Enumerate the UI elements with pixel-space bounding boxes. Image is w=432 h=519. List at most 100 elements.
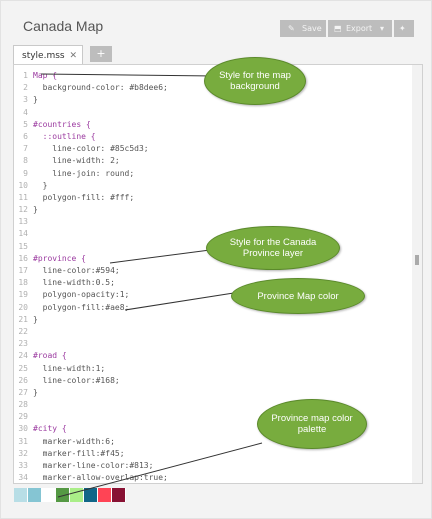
code-line[interactable]: 27} <box>14 387 410 399</box>
code-line[interactable]: 10 } <box>14 180 410 192</box>
code-text: } <box>33 387 38 397</box>
code-text: marker-width:6; <box>33 436 115 446</box>
line-number: 25 <box>18 363 28 373</box>
line-number: 4 <box>23 107 28 117</box>
code-line[interactable]: 13 <box>14 216 410 228</box>
line-number: 16 <box>18 253 28 263</box>
code-line[interactable]: 4 <box>14 107 410 119</box>
line-number: 28 <box>18 400 28 410</box>
line-number: 3 <box>23 95 28 105</box>
color-swatch[interactable] <box>28 488 42 502</box>
color-swatch[interactable] <box>70 488 84 502</box>
color-swatch[interactable] <box>42 488 56 502</box>
tab-label: style.mss <box>22 51 65 61</box>
code-text: background-color: #b8dee6; <box>33 83 168 93</box>
color-swatch[interactable] <box>56 488 70 502</box>
export-icon: ⬒ <box>334 24 342 33</box>
callout-palette-text: Province map color palette <box>271 413 353 435</box>
code-text: line-width:1; <box>33 363 106 373</box>
code-text: #city { <box>33 424 67 434</box>
callout-province-layer-text: Style for the Canada Province layer <box>229 237 317 259</box>
line-number: 15 <box>18 241 28 251</box>
line-number: 13 <box>18 217 28 227</box>
line-number: 18 <box>18 278 28 288</box>
code-text: polygon-fill:#ae8; <box>33 302 130 312</box>
line-number: 29 <box>18 412 28 422</box>
line-number: 20 <box>18 302 28 312</box>
color-swatch[interactable] <box>84 488 98 502</box>
save-button[interactable]: ✎ Save <box>280 20 326 37</box>
line-number: 30 <box>18 424 28 434</box>
code-text: } <box>33 180 48 190</box>
callout-province-color-text: Province Map color <box>257 290 339 302</box>
line-number: 8 <box>23 156 28 166</box>
code-line[interactable]: 12} <box>14 204 410 216</box>
code-text: marker-fill:#f45; <box>33 448 125 458</box>
line-number: 1 <box>23 71 28 80</box>
line-number: 2 <box>23 83 28 93</box>
code-line[interactable]: 32 marker-fill:#f45; <box>14 448 410 460</box>
code-text: line-join: round; <box>33 168 135 178</box>
line-number: 31 <box>18 436 28 446</box>
code-text: marker-allow-overlap:true; <box>33 473 168 483</box>
chevron-down-icon[interactable]: ▾ <box>380 20 384 37</box>
code-line[interactable]: 21} <box>14 314 410 326</box>
code-text: polygon-fill: #fff; <box>33 192 135 202</box>
line-number: 21 <box>18 314 28 324</box>
code-text: line-color: #85c5d3; <box>33 144 149 154</box>
line-number: 14 <box>18 229 28 239</box>
code-text: } <box>33 314 38 324</box>
color-palette <box>14 488 126 502</box>
settings-button[interactable]: ✦ <box>394 20 414 37</box>
line-number: 7 <box>23 144 28 154</box>
close-icon[interactable]: ✕ <box>69 46 77 66</box>
save-label: Save <box>302 24 322 33</box>
code-text: #countries { <box>33 119 91 129</box>
code-line[interactable]: 3} <box>14 94 410 106</box>
code-line[interactable]: 6 ::outline { <box>14 131 410 143</box>
callout-province-color: Province Map color <box>231 278 365 314</box>
line-number: 33 <box>18 461 28 470</box>
code-text: marker-line-color:#813; <box>33 461 154 470</box>
code-line[interactable]: 22 <box>14 326 410 338</box>
header: Canada Map ✎ Save ⬒ Export ▾ ✦ <box>1 1 431 43</box>
add-tab-button[interactable]: + <box>90 46 112 62</box>
color-swatch[interactable] <box>14 488 28 502</box>
code-line[interactable]: 17 line-color:#594; <box>14 265 410 277</box>
code-line[interactable]: 9 line-join: round; <box>14 168 410 180</box>
scrollbar[interactable] <box>412 65 422 483</box>
color-swatch[interactable] <box>112 488 126 502</box>
line-number: 9 <box>23 168 28 178</box>
line-number: 32 <box>18 448 28 458</box>
line-number: 11 <box>18 192 28 202</box>
callout-palette: Province map color palette <box>257 399 367 449</box>
code-text: line-color:#168; <box>33 375 120 385</box>
line-number: 27 <box>18 387 28 397</box>
callout-province-layer: Style for the Canada Province layer <box>206 226 340 270</box>
code-text: line-color:#594; <box>33 266 120 275</box>
code-line[interactable]: 26 line-color:#168; <box>14 375 410 387</box>
code-line[interactable]: 23 <box>14 338 410 350</box>
code-line[interactable]: 7 line-color: #85c5d3; <box>14 143 410 155</box>
code-line[interactable]: 5 #countries { <box>14 119 410 131</box>
color-swatch[interactable] <box>98 488 112 502</box>
callout-map-background: Style for the map background <box>204 57 306 105</box>
line-number: 34 <box>18 473 28 483</box>
code-line[interactable]: 25 line-width:1; <box>14 363 410 375</box>
code-line[interactable]: 24 #road { <box>14 350 410 362</box>
code-line[interactable]: 8 line-width: 2; <box>14 155 410 167</box>
line-number: 12 <box>18 205 28 215</box>
code-line[interactable]: 34 marker-allow-overlap:true; <box>14 472 410 483</box>
code-line[interactable]: 11 polygon-fill: #fff; <box>14 192 410 204</box>
wrench-icon: ✦ <box>399 24 406 33</box>
code-line[interactable]: 33 marker-line-color:#813; <box>14 460 410 472</box>
export-label: Export <box>346 24 373 33</box>
scrollbar-thumb[interactable] <box>415 255 419 265</box>
code-text: line-width:0.5; <box>33 278 115 288</box>
line-number: 26 <box>18 375 28 385</box>
code-text: #road { <box>33 351 67 361</box>
tab-style-mss[interactable]: style.mss ✕ <box>13 45 83 65</box>
export-button[interactable]: ⬒ Export ▾ <box>328 20 392 37</box>
code-text: polygon-opacity:1; <box>33 290 130 300</box>
code-text: } <box>33 95 38 105</box>
